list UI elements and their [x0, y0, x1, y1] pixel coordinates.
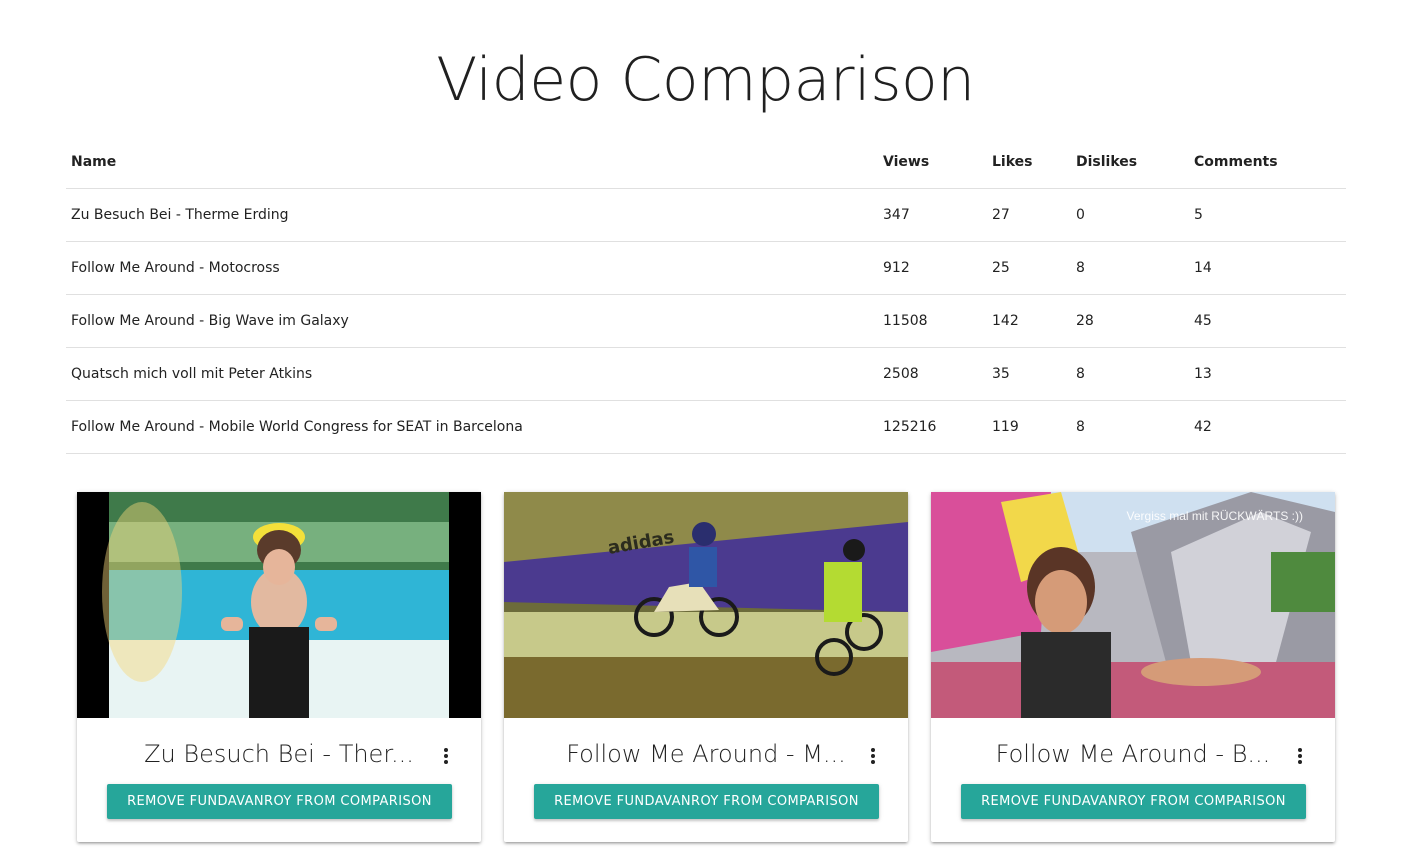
header-likes: Likes — [992, 154, 1033, 170]
cell-dislikes: 8 — [1076, 366, 1085, 382]
cell-views: 347 — [883, 207, 910, 223]
card-title: Follow Me Around - B... — [995, 740, 1271, 768]
cell-likes: 119 — [992, 419, 1019, 435]
video-card: adidas Follow Me Around - M... REMOVE FU… — [504, 492, 908, 842]
thumbnail-image-motocross: adidas — [504, 492, 908, 718]
cell-views: 125216 — [883, 419, 937, 435]
video-thumbnail[interactable]: adidas — [504, 492, 908, 718]
header-comments: Comments — [1194, 154, 1278, 170]
cell-views: 11508 — [883, 313, 928, 329]
video-card: Zu Besuch Bei - Ther... REMOVE FUNDAVANR… — [77, 492, 481, 842]
table-row: Follow Me Around - Big Wave im Galaxy 11… — [66, 295, 1346, 348]
card-title: Follow Me Around - M... — [566, 740, 846, 768]
cell-comments: 5 — [1194, 207, 1203, 223]
cell-name: Quatsch mich voll mit Peter Atkins — [71, 366, 313, 382]
card-title: Zu Besuch Bei - Ther... — [144, 740, 414, 768]
remove-from-comparison-button[interactable]: REMOVE FUNDAVANROY FROM COMPARISON — [107, 784, 452, 819]
video-thumbnail[interactable] — [77, 492, 481, 718]
card-title-row: Follow Me Around - M... — [504, 718, 908, 776]
cell-comments: 42 — [1194, 419, 1212, 435]
table-row: Zu Besuch Bei - Therme Erding 347 27 0 5 — [66, 189, 1346, 242]
cell-name: Follow Me Around - Motocross — [71, 260, 280, 276]
card-title-row: Zu Besuch Bei - Ther... — [77, 718, 481, 776]
header-views: Views — [883, 154, 930, 170]
thumbnail-overlay-text: Vergiss mal mit RÜCKWÄRTS :)) — [1127, 509, 1303, 523]
remove-from-comparison-button[interactable]: REMOVE FUNDAVANROY FROM COMPARISON — [534, 784, 879, 819]
thumbnail-image-waterslide: Vergiss mal mit RÜCKWÄRTS :)) — [931, 492, 1335, 718]
table-row: Quatsch mich voll mit Peter Atkins 2508 … — [66, 348, 1346, 401]
cell-dislikes: 0 — [1076, 207, 1085, 223]
cell-comments: 14 — [1194, 260, 1212, 276]
cell-likes: 25 — [992, 260, 1010, 276]
table-row: Follow Me Around - Motocross 912 25 8 14 — [66, 242, 1346, 295]
cell-likes: 27 — [992, 207, 1010, 223]
cell-comments: 13 — [1194, 366, 1212, 382]
comparison-table: Name Views Likes Dislikes Comments Zu Be… — [66, 136, 1346, 454]
cell-name: Follow Me Around - Big Wave im Galaxy — [71, 313, 349, 329]
remove-from-comparison-button[interactable]: REMOVE FUNDAVANROY FROM COMPARISON — [961, 784, 1306, 819]
table-row: Follow Me Around - Mobile World Congress… — [66, 401, 1346, 454]
cell-name: Zu Besuch Bei - Therme Erding — [71, 207, 289, 223]
cell-comments: 45 — [1194, 313, 1212, 329]
thumbnail-image-pool — [77, 492, 481, 718]
comparison-table-wrapper: Name Views Likes Dislikes Comments Zu Be… — [66, 136, 1346, 454]
cell-dislikes: 8 — [1076, 419, 1085, 435]
more-vert-icon[interactable] — [441, 748, 451, 768]
cell-name: Follow Me Around - Mobile World Congress… — [71, 419, 523, 435]
cell-views: 912 — [883, 260, 910, 276]
cell-dislikes: 28 — [1076, 313, 1094, 329]
cell-dislikes: 8 — [1076, 260, 1085, 276]
page-title: Video Comparison — [436, 45, 975, 115]
video-thumbnail[interactable]: Vergiss mal mit RÜCKWÄRTS :)) — [931, 492, 1335, 718]
more-vert-icon[interactable] — [868, 748, 878, 768]
header-dislikes: Dislikes — [1076, 154, 1138, 170]
card-title-row: Follow Me Around - B... — [931, 718, 1335, 776]
cell-views: 2508 — [883, 366, 919, 382]
cell-likes: 35 — [992, 366, 1010, 382]
table-header-row: Name Views Likes Dislikes Comments — [66, 136, 1346, 189]
cell-likes: 142 — [992, 313, 1019, 329]
video-card: Vergiss mal mit RÜCKWÄRTS :)) Follow Me … — [931, 492, 1335, 842]
more-vert-icon[interactable] — [1295, 748, 1305, 768]
header-name: Name — [71, 154, 117, 170]
